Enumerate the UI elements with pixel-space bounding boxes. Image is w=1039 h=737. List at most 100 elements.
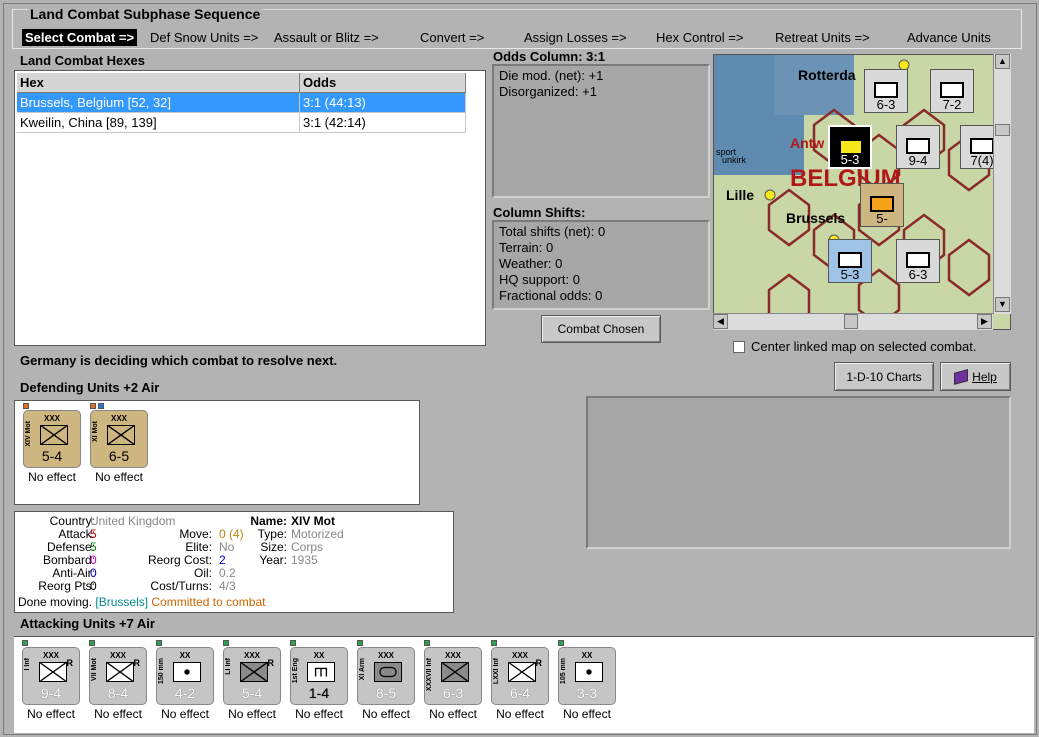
unit-status-dots	[90, 403, 104, 409]
attacking-unit[interactable]: XX 150 mm 4-2 No effect	[156, 640, 216, 721]
unit-counter[interactable]: XXX XIV Mot 5-4	[23, 410, 81, 468]
step-assault-or-blitz[interactable]: Assault or Blitz =>	[274, 29, 379, 46]
weather-text: Weather: 0	[499, 256, 563, 271]
unit-strength: 9-4	[40, 685, 62, 701]
map-view[interactable]: Rotterda Antw BELGIUM Lille Brussels unk…	[713, 54, 1011, 330]
unit-effect: No effect	[161, 707, 209, 721]
unit-counter[interactable]: XXX XI Mot 6-5	[90, 410, 148, 468]
attacking-unit[interactable]: XXX VII Mot R 8-4 No effect	[89, 640, 149, 721]
scroll-left-button[interactable]: ◀	[713, 314, 728, 329]
committed-text: Committed to combat	[151, 595, 266, 609]
attacking-unit[interactable]: XXX XXXVII Inf 6-3 No effect	[424, 640, 484, 721]
odds-cell: 3:1 (42:14)	[300, 113, 466, 133]
unit-name: XIV Mot	[25, 421, 32, 447]
unit-status-dots	[223, 640, 229, 646]
motorized-symbol-icon	[107, 425, 135, 445]
help-button[interactable]: Help	[940, 362, 1011, 391]
table-row[interactable]: Brussels, Belgium [52, 32] 3:1 (44:13)	[17, 93, 466, 113]
unit-strength: 8-4	[107, 685, 129, 701]
location-text: [Brussels]	[95, 595, 149, 609]
unit-r-badge: R	[133, 658, 141, 668]
step-assign-losses[interactable]: Assign Losses =>	[524, 29, 627, 46]
defending-unit[interactable]: XXX XIV Mot 5-4 No effect	[23, 403, 83, 484]
map-vertical-scrollbar[interactable]: ▲ ▼	[993, 54, 1011, 314]
unit-counter[interactable]: XXX LI Inf R 5-4	[223, 647, 281, 705]
map-unit-counter[interactable]: 5-3	[828, 239, 872, 283]
step-advance-units[interactable]: Advance Units	[907, 29, 991, 46]
unit-counter[interactable]: XX 105 mm 3-3	[558, 647, 616, 705]
unit-counter[interactable]: XX 150 mm 4-2	[156, 647, 214, 705]
unit-strength: 8-5	[375, 685, 397, 701]
attacking-unit[interactable]: XX 105 mm 3-3 No effect	[558, 640, 618, 721]
unit-status-dots	[89, 640, 95, 646]
unit-r-badge: R	[267, 658, 275, 668]
map-label-rotterdam: Rotterda	[798, 67, 856, 83]
unit-status-dots	[424, 640, 430, 646]
unit-status-dots	[558, 640, 564, 646]
unit-counter[interactable]: XXX VII Mot R 8-4	[89, 647, 147, 705]
infantry-symbol-icon	[508, 662, 536, 682]
scroll-down-button[interactable]: ▼	[995, 297, 1010, 312]
unit-effect: No effect	[362, 707, 410, 721]
unit-r-badge: R	[535, 658, 543, 668]
combat-chosen-button[interactable]: Combat Chosen	[541, 315, 661, 343]
unit-counter[interactable]: XXX LXXI Inf R 6-4	[491, 647, 549, 705]
map-unit-counter-brussels[interactable]: 5-	[860, 183, 904, 227]
infantry-symbol-icon	[240, 662, 268, 682]
attacking-unit[interactable]: XXX I Inf R 9-4 No effect	[22, 640, 82, 721]
step-hex-control[interactable]: Hex Control =>	[656, 29, 743, 46]
unit-name: 150 mm	[158, 658, 165, 685]
motorized-symbol-icon	[106, 662, 134, 682]
map-label-sport: sport	[716, 147, 737, 157]
costturns-label: Cost/Turns:	[150, 579, 212, 593]
table-row[interactable]: Kweilin, China [89, 139] 3:1 (42:14)	[17, 113, 466, 133]
charts-button[interactable]: 1-D-10 Charts	[834, 362, 934, 391]
map-unit-counter-selected[interactable]: 5-3	[828, 125, 872, 169]
help-label: Help	[972, 369, 997, 384]
column-header-hex[interactable]: Hex	[17, 73, 300, 92]
odds-cell: 3:1 (44:13)	[300, 93, 466, 113]
table-header: Hex Odds	[17, 73, 466, 93]
attacking-unit[interactable]: XXX LI Inf R 5-4 No effect	[223, 640, 283, 721]
unit-status-dots	[22, 640, 28, 646]
attacking-unit[interactable]: XXX LXXI Inf R 6-4 No effect	[491, 640, 551, 721]
scroll-up-button[interactable]: ▲	[995, 54, 1010, 69]
attacking-units-panel: XXX I Inf R 9-4 No effect XXX VII Mot R …	[14, 636, 1034, 733]
attacking-unit[interactable]: XX 1st Eng 1-4 No effect	[290, 640, 350, 721]
shifts-title: Column Shifts:	[493, 205, 586, 220]
hex-cell: Brussels, Belgium [52, 32]	[17, 93, 300, 113]
motorized-symbol-icon	[40, 425, 68, 445]
unit-name: XI Arm	[359, 658, 366, 681]
help-book-icon	[954, 368, 969, 385]
reorgpts-label: Reorg Pts:	[38, 579, 95, 593]
map-unit-counter[interactable]: 9-4	[896, 125, 940, 169]
country-value: United Kingdom	[90, 514, 176, 528]
hexes-title: Land Combat Hexes	[20, 53, 145, 68]
artillery-symbol-icon	[173, 662, 201, 682]
defending-unit[interactable]: XXX XI Mot 6-5 No effect	[90, 403, 150, 484]
scroll-right-button[interactable]: ▶	[977, 314, 992, 329]
map-unit-counter[interactable]: 6-3	[896, 239, 940, 283]
unit-counter[interactable]: XXX I Inf R 9-4	[22, 647, 80, 705]
scroll-thumb[interactable]	[844, 314, 858, 329]
map-unit-counter[interactable]: 6-3	[864, 69, 908, 113]
unit-counter[interactable]: XXX XI Arm 8-5	[357, 647, 415, 705]
column-header-odds[interactable]: Odds	[300, 73, 466, 92]
scroll-thumb[interactable]	[995, 124, 1010, 136]
step-def-snow-units[interactable]: Def Snow Units =>	[150, 29, 258, 46]
phase-title: Land Combat Subphase Sequence	[28, 6, 263, 22]
step-convert[interactable]: Convert =>	[420, 29, 484, 46]
total-shifts-text: Total shifts (net): 0	[499, 224, 606, 239]
center-linked-map-checkbox[interactable]	[733, 341, 745, 353]
unit-counter[interactable]: XX 1st Eng 1-4	[290, 647, 348, 705]
hex-cell: Kweilin, China [89, 139]	[17, 113, 300, 133]
unit-name: 105 mm	[560, 658, 567, 685]
step-select-combat[interactable]: Select Combat =>	[22, 29, 138, 46]
attacking-unit[interactable]: XXX XI Arm 8-5 No effect	[357, 640, 417, 721]
unit-counter[interactable]: XXX XXXVII Inf 6-3	[424, 647, 482, 705]
step-retreat-units[interactable]: Retreat Units =>	[775, 29, 870, 46]
map-horizontal-scrollbar[interactable]: ◀ ▶	[713, 313, 993, 330]
hq-support-text: HQ support: 0	[499, 272, 580, 287]
map-unit-counter[interactable]: 7-2	[930, 69, 974, 113]
unit-status-dots	[156, 640, 162, 646]
